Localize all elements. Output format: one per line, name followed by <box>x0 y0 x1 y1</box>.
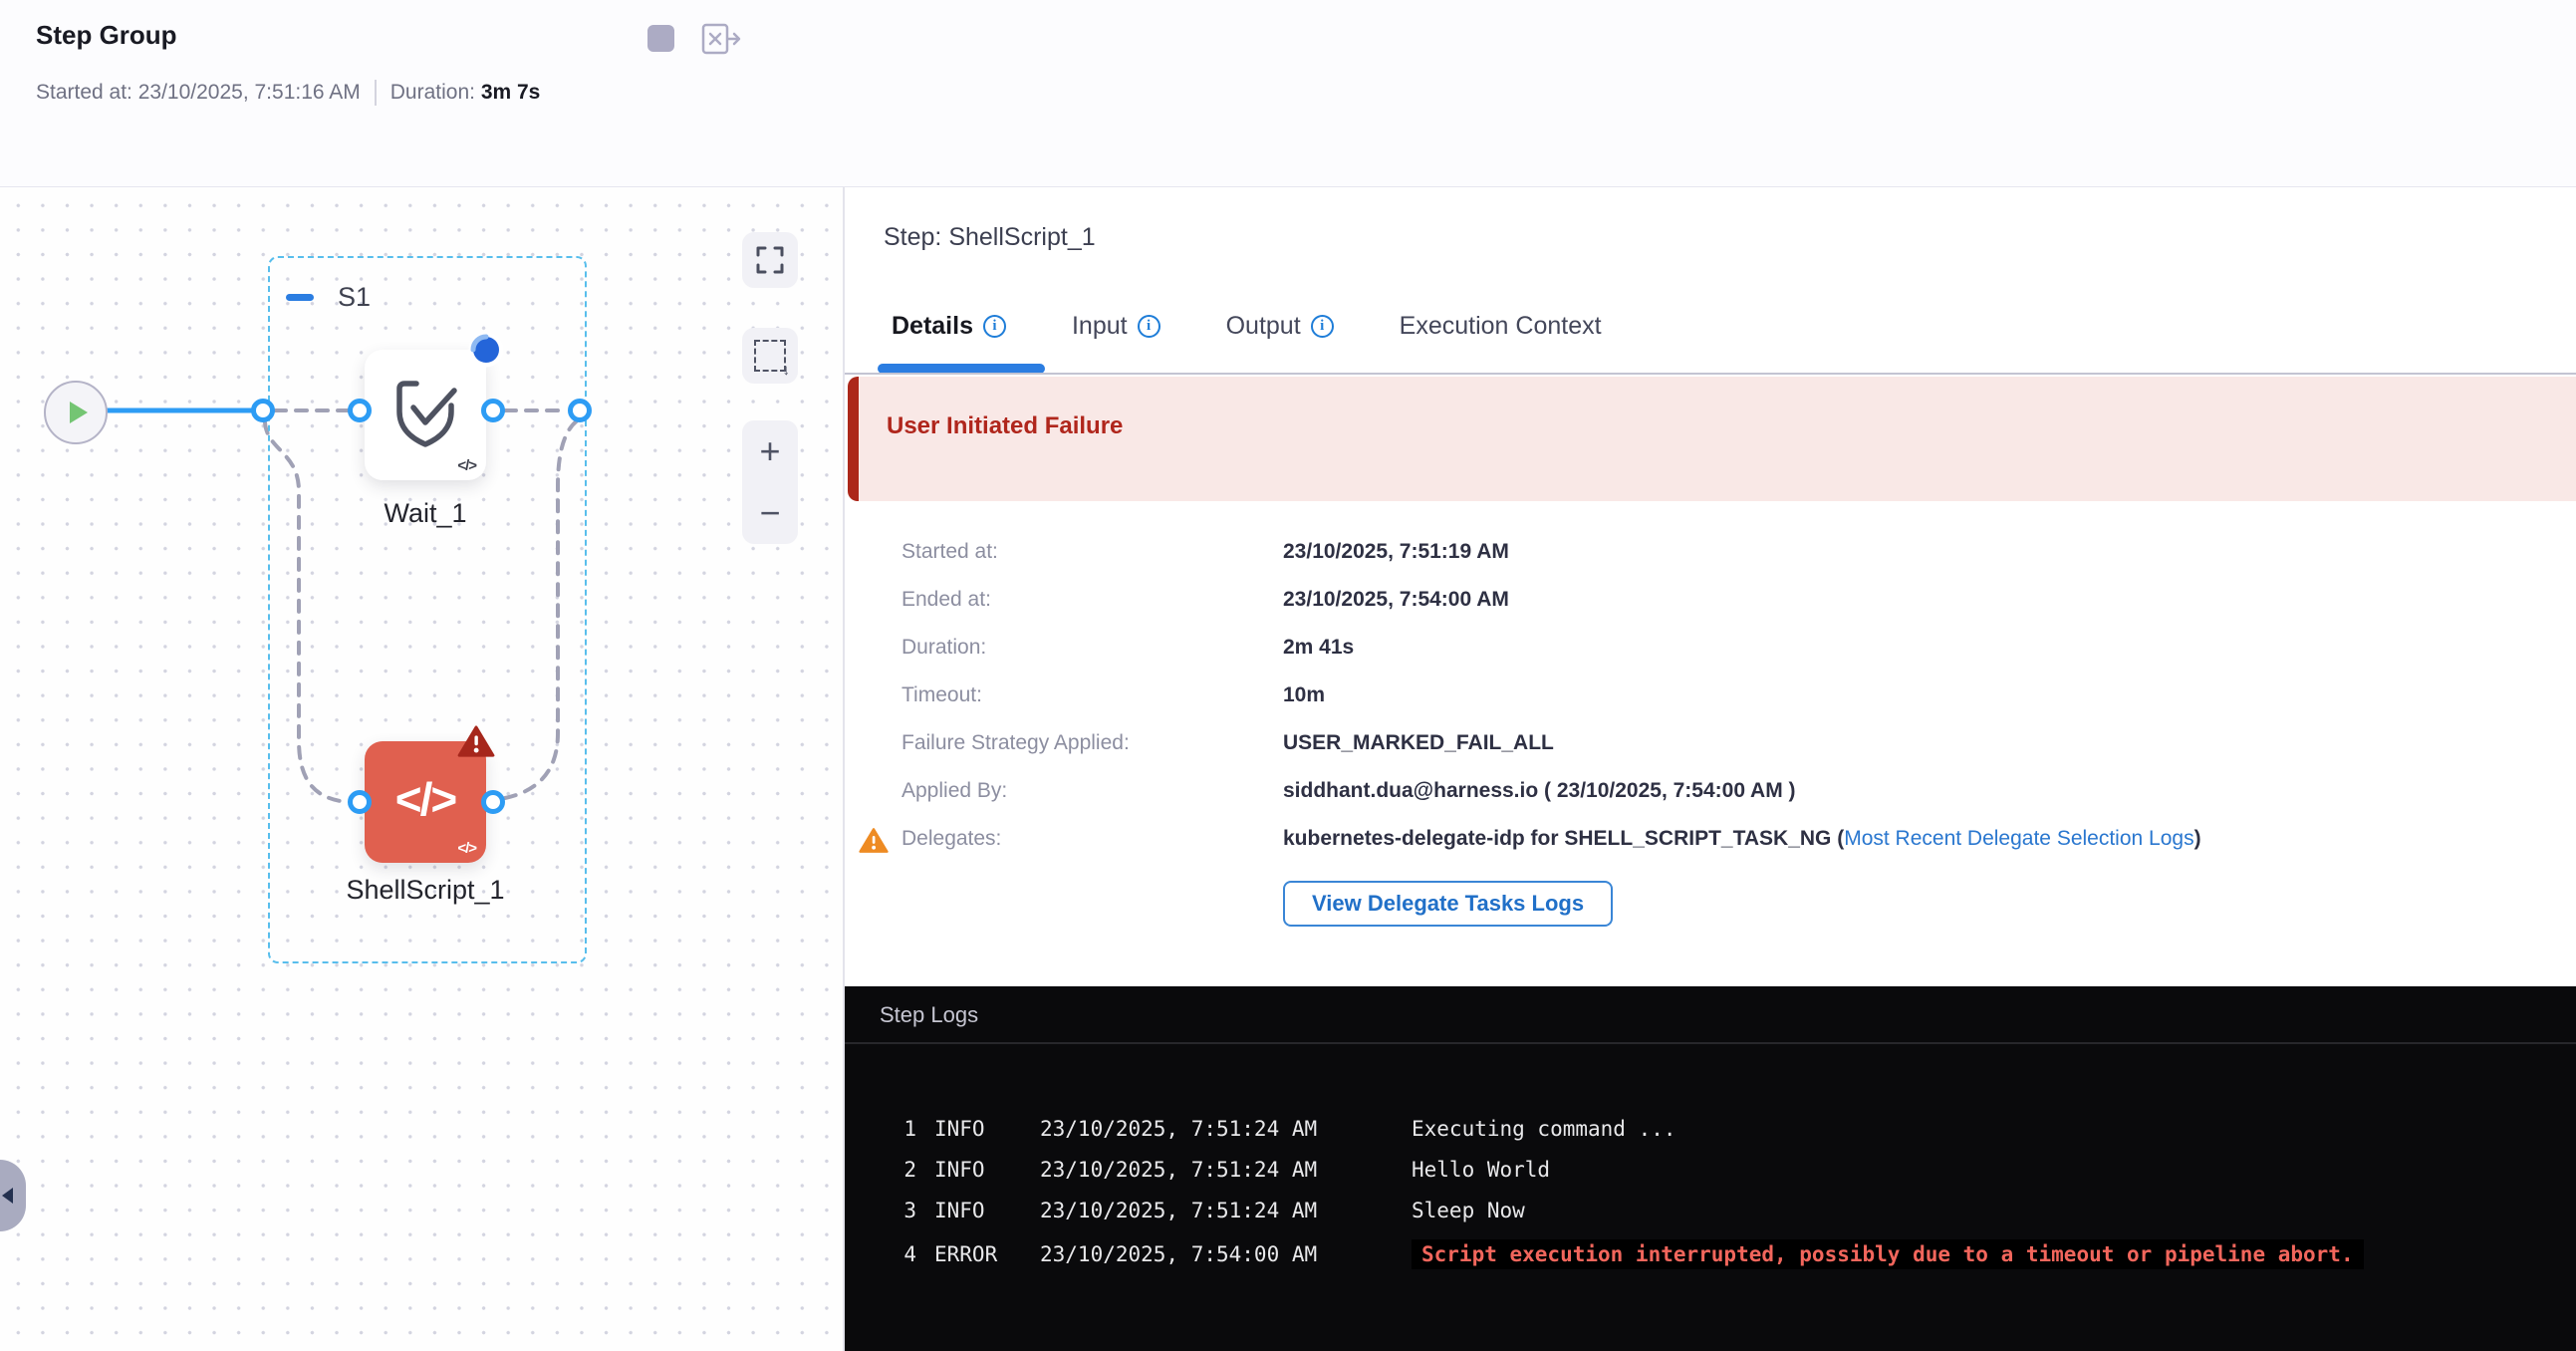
zoom-in-button[interactable]: + <box>742 420 798 482</box>
view-delegate-tasks-logs-button[interactable]: View Delegate Tasks Logs <box>1283 881 1613 927</box>
info-icon[interactable]: i <box>1311 315 1334 338</box>
stage-label: S1 <box>338 282 371 313</box>
info-icon[interactable]: i <box>1138 315 1160 338</box>
zoom-out-button[interactable]: − <box>742 482 798 544</box>
step-logs-panel[interactable]: Step Logs 1 INFO 23/10/2025, 7:51:24 AM … <box>845 986 2576 1351</box>
port[interactable] <box>348 399 372 422</box>
detail-row: Failure Strategy Applied: USER_MARKED_FA… <box>902 731 2201 779</box>
fullscreen-icon <box>756 246 784 274</box>
delegate-selection-logs-link[interactable]: Most Recent Delegate Selection Logs <box>1844 827 2193 850</box>
play-icon <box>70 402 88 423</box>
error-banner: User Initiated Failure <box>848 377 2576 501</box>
execution-header: Step Group Started at: 23/10/2025, 7:51:… <box>0 0 2576 187</box>
pipeline-canvas[interactable]: S1 </> Wait_1 </> </> ShellScript_1 <box>0 187 845 1351</box>
log-lines: 1 INFO 23/10/2025, 7:51:24 AM Executing … <box>845 1044 2576 1280</box>
tab-execution-context[interactable]: Execution Context <box>1400 312 1602 341</box>
step-logs-title: Step Logs <box>880 1002 978 1028</box>
tab-output[interactable]: Output i <box>1226 312 1334 341</box>
node-label-shellscript: ShellScript_1 <box>316 875 535 906</box>
failure-badge-icon <box>457 724 495 758</box>
detail-row: Timeout: 10m <box>902 683 2201 731</box>
zoom-controls: + − <box>742 420 798 544</box>
collapse-stage-icon[interactable] <box>286 294 314 301</box>
started-at-text: Started at: 23/10/2025, 7:51:16 AM <box>36 81 361 105</box>
running-spinner-icon <box>467 331 505 369</box>
chevron-left-icon <box>2 1188 13 1204</box>
error-banner-accent <box>848 377 859 501</box>
step-panel-title: Step: ShellScript_1 <box>884 223 1096 252</box>
step-details-panel: Step: ShellScript_1 Details i Input i Ou… <box>845 187 2576 986</box>
port[interactable] <box>348 790 372 814</box>
yaml-code-icon: </> <box>457 840 476 857</box>
node-shellscript-1[interactable]: </> </> <box>365 741 486 863</box>
detail-row-delegates: Delegates: kubernetes-delegate-idp for S… <box>902 827 2201 875</box>
step-details-list: Started at: 23/10/2025, 7:51:19 AM Ended… <box>902 540 2201 875</box>
detail-row: Started at: 23/10/2025, 7:51:19 AM <box>902 540 2201 588</box>
execution-meta: Started at: 23/10/2025, 7:51:16 AM Durat… <box>36 80 540 106</box>
detail-row: Applied By: siddhant.dua@harness.io ( 23… <box>902 779 2201 827</box>
step-tabs: Details i Input i Output i Execution Con… <box>892 312 1602 341</box>
tab-details[interactable]: Details i <box>892 312 1006 341</box>
pipeline-start-node[interactable] <box>44 381 108 444</box>
marquee-icon: ↓ <box>754 340 786 372</box>
step-logs-header: Step Logs <box>845 986 2576 1044</box>
log-line-error[interactable]: 4 ERROR 23/10/2025, 7:54:00 AM Script ex… <box>845 1239 2576 1280</box>
yaml-code-icon: </> <box>457 457 476 474</box>
log-line[interactable]: 3 INFO 23/10/2025, 7:51:24 AM Sleep Now <box>845 1199 2576 1239</box>
stage-header[interactable]: S1 <box>286 282 371 313</box>
page-title: Step Group <box>36 20 177 51</box>
detail-row: Duration: 2m 41s <box>902 636 2201 683</box>
port[interactable] <box>251 399 275 422</box>
warning-icon <box>859 827 889 854</box>
tab-input[interactable]: Input i <box>1072 312 1160 341</box>
port[interactable] <box>568 399 592 422</box>
log-line[interactable]: 1 INFO 23/10/2025, 7:51:24 AM Executing … <box>845 1117 2576 1158</box>
port[interactable] <box>481 399 505 422</box>
info-icon[interactable]: i <box>983 315 1006 338</box>
tabs-divider <box>845 373 2576 375</box>
duration-text: Duration: 3m 7s <box>390 81 541 105</box>
meta-divider <box>375 80 377 106</box>
error-banner-message: User Initiated Failure <box>887 412 1123 440</box>
detail-row: Ended at: 23/10/2025, 7:54:00 AM <box>902 588 2201 636</box>
node-label-wait: Wait_1 <box>316 498 535 529</box>
fullscreen-button[interactable] <box>742 232 798 288</box>
close-execution-view-icon[interactable] <box>701 22 741 56</box>
log-line[interactable]: 2 INFO 23/10/2025, 7:51:24 AM Hello Worl… <box>845 1158 2576 1199</box>
marquee-select-button[interactable]: ↓ <box>742 328 798 384</box>
node-wait-1[interactable]: </> <box>365 350 486 480</box>
minimap-toggle-icon[interactable] <box>647 25 674 52</box>
port[interactable] <box>481 790 505 814</box>
